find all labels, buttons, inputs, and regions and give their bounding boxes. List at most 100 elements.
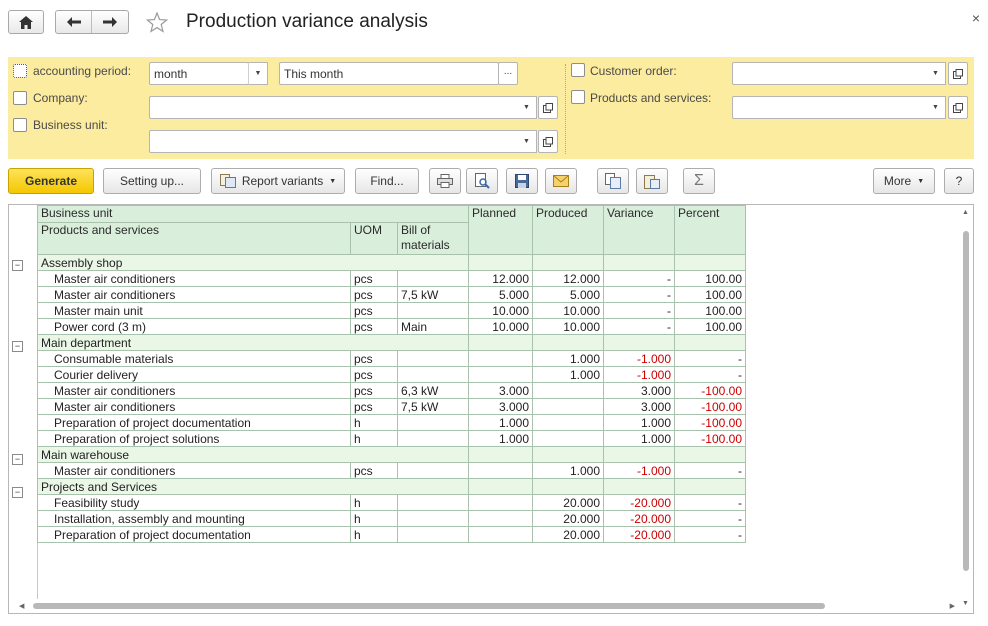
chevron-down-icon[interactable]: ▼: [517, 130, 537, 153]
group-cell: [468, 334, 533, 351]
paste-button[interactable]: [636, 168, 668, 194]
table-row[interactable]: Master air conditioners pcs 6,3 kW 3.000 3.0…: [37, 382, 746, 399]
chevron-down-icon[interactable]: ▼: [926, 62, 946, 85]
generate-button[interactable]: Generate: [8, 168, 94, 194]
home-icon: [19, 15, 33, 29]
table-row[interactable]: Preparation of project solutions h 1.000 1.…: [37, 430, 746, 447]
sum-button[interactable]: Σ: [683, 168, 715, 194]
find-button[interactable]: Find...: [355, 168, 419, 194]
filter-divider: [565, 64, 566, 154]
collapse-icon[interactable]: −: [12, 486, 23, 498]
cell-product: Feasibility study: [37, 494, 351, 511]
group-row[interactable]: Main department: [37, 334, 746, 351]
chevron-down-icon[interactable]: ▼: [926, 96, 946, 119]
table-row[interactable]: Master air conditioners pcs 7,5 kW 5.000 5.0…: [37, 286, 746, 303]
company-checkbox[interactable]: [13, 91, 27, 105]
table-row[interactable]: Feasibility study h 20.000 -20.000-: [37, 494, 746, 511]
cell-produced: [532, 398, 604, 415]
vertical-scrollbar[interactable]: ▲ ▼: [961, 209, 971, 607]
group-cell: [674, 334, 746, 351]
collapse-icon[interactable]: −: [12, 341, 23, 352]
group-cell: [468, 446, 533, 463]
chevron-down-icon[interactable]: ▼: [517, 96, 537, 119]
period-value-field[interactable]: This month: [279, 62, 499, 85]
arrow-right-icon: [103, 17, 117, 27]
open-icon[interactable]: [948, 96, 968, 119]
table-row[interactable]: Master air conditioners pcs 12.000 12.000-1…: [37, 270, 746, 287]
products-services-field[interactable]: [732, 96, 928, 119]
cell-percent: 100.00: [674, 318, 746, 335]
customer-order-checkbox[interactable]: [571, 63, 585, 77]
report-variants-button[interactable]: Report variants ▼: [211, 168, 345, 194]
save-button[interactable]: [506, 168, 538, 194]
home-button[interactable]: [8, 10, 44, 34]
cell-bom: [397, 462, 469, 479]
preview-button[interactable]: [466, 168, 498, 194]
collapse-icon[interactable]: −: [12, 454, 23, 466]
cell-planned: 12.000: [468, 270, 533, 287]
cell-product: Consumable materials: [37, 350, 351, 367]
star-icon[interactable]: [146, 12, 168, 33]
cell-product: Preparation of project documentation: [37, 414, 351, 431]
customer-order-field[interactable]: [732, 62, 928, 85]
close-icon[interactable]: ×: [972, 10, 980, 26]
cell-uom: pcs: [350, 382, 398, 399]
table-row[interactable]: Installation, assembly and mounting h 20.0…: [37, 510, 746, 527]
horizontal-scrollbar[interactable]: ◀ ▶: [19, 601, 955, 611]
open-icon[interactable]: [948, 62, 968, 85]
period-select-button[interactable]: ...: [498, 62, 518, 85]
table-row[interactable]: Master main unit pcs 10.000 10.000-100.00: [37, 302, 746, 319]
group-row[interactable]: Main warehouse: [37, 446, 746, 463]
more-button[interactable]: More ▼: [873, 168, 935, 194]
report-area[interactable]: − − − − Business unit Planned Produced Vari…: [8, 204, 974, 614]
scrollbar-thumb[interactable]: [963, 231, 969, 571]
company-field[interactable]: [149, 96, 519, 119]
cell-uom: h: [350, 430, 398, 447]
group-row[interactable]: Assembly shop: [37, 254, 746, 271]
table-row[interactable]: Power cord (3 m) pcs Main 10.000 10.000-100.…: [37, 318, 746, 335]
email-button[interactable]: [545, 168, 577, 194]
table-row[interactable]: Master air conditioners pcs 1.000 -1.000-: [37, 462, 746, 479]
cell-uom: pcs: [350, 270, 398, 287]
products-services-checkbox[interactable]: [571, 90, 585, 104]
collapse-icon[interactable]: −: [12, 260, 23, 271]
cell-bom: [397, 350, 469, 367]
business-unit-checkbox[interactable]: [13, 118, 27, 132]
group-cell: [674, 446, 746, 463]
cell-variance: -20.000: [603, 494, 675, 511]
table-row[interactable]: Preparation of project documentation h 20.…: [37, 526, 746, 543]
cell-product: Master air conditioners: [37, 286, 351, 303]
cell-planned: 10.000: [468, 302, 533, 319]
scrollbar-thumb[interactable]: [33, 603, 825, 609]
cell-bom: [397, 414, 469, 431]
copy-button[interactable]: [597, 168, 629, 194]
back-button[interactable]: [56, 11, 92, 33]
cell-uom: h: [350, 414, 398, 431]
print-button[interactable]: [429, 168, 461, 194]
open-icon[interactable]: [538, 130, 558, 153]
setting-up-button[interactable]: Setting up...: [103, 168, 201, 194]
table-row[interactable]: Master air conditioners pcs 7,5 kW 3.000 3.0…: [37, 398, 746, 415]
cell-product: Power cord (3 m): [37, 318, 351, 335]
cell-percent: -100.00: [674, 382, 746, 399]
accounting-period-checkbox[interactable]: [13, 64, 27, 78]
business-unit-field[interactable]: [149, 130, 519, 153]
group-row[interactable]: Projects and Services: [37, 478, 746, 495]
scroll-right-icon[interactable]: ▶: [950, 602, 955, 610]
table-row[interactable]: Consumable materials pcs 1.000 -1.000-: [37, 350, 746, 367]
period-type-field[interactable]: month: [149, 62, 249, 85]
table-row[interactable]: Courier delivery pcs 1.000 -1.000-: [37, 366, 746, 383]
cell-product: Master air conditioners: [37, 382, 351, 399]
scroll-up-icon[interactable]: ▲: [962, 209, 969, 216]
open-icon[interactable]: [538, 96, 558, 119]
cell-product: Master air conditioners: [37, 270, 351, 287]
cell-percent: -100.00: [674, 398, 746, 415]
scroll-down-icon[interactable]: ▼: [962, 600, 969, 607]
cell-produced: 1.000: [532, 350, 604, 367]
chevron-down-icon[interactable]: ▼: [248, 62, 268, 85]
forward-button[interactable]: [92, 11, 128, 33]
help-button[interactable]: ?: [944, 168, 974, 194]
cell-produced: [532, 430, 604, 447]
table-row[interactable]: Preparation of project documentation h 1.0…: [37, 414, 746, 431]
scroll-left-icon[interactable]: ◀: [19, 602, 24, 610]
